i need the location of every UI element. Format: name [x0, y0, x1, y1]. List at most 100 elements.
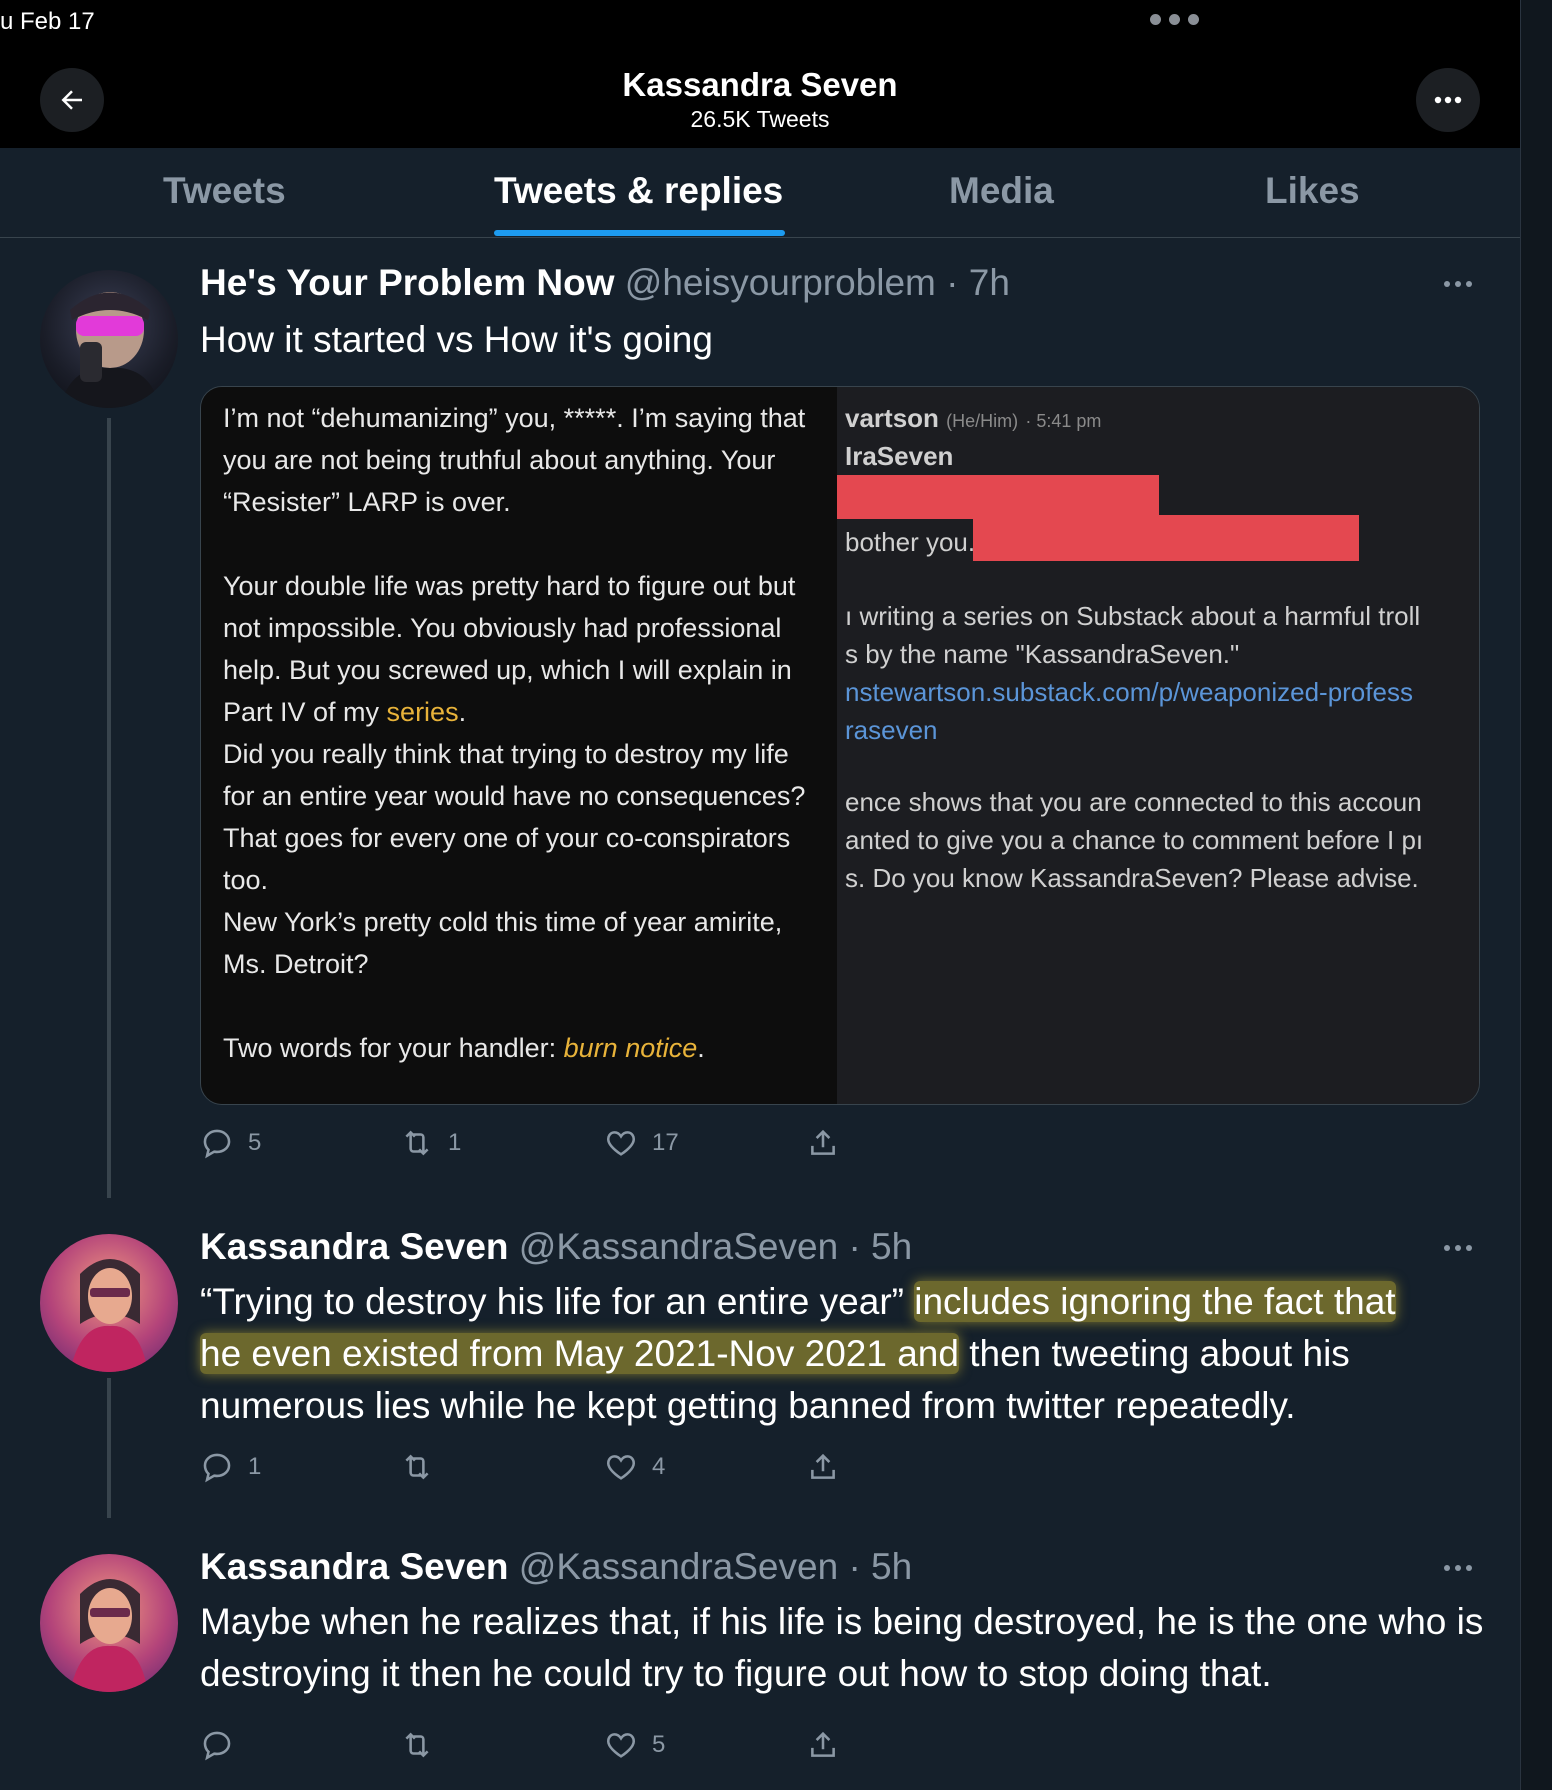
reply-button[interactable]: 1 [200, 1450, 261, 1484]
email-recipient: IraSeven [845, 441, 954, 471]
share-icon [811, 1129, 835, 1155]
author-handle[interactable]: @KassandraSeven [519, 1226, 838, 1267]
tab-tweets-and-replies[interactable]: Tweets & replies [494, 170, 783, 212]
author-name[interactable]: He's Your Problem Now [200, 262, 615, 303]
message-paragraph: I’m not “dehumanizing” you, *****. I’m s… [223, 403, 806, 517]
retweet-count: 1 [448, 1129, 462, 1156]
like-count: 4 [652, 1453, 666, 1480]
reply-icon [203, 1731, 231, 1761]
multitasking-dots-icon[interactable] [1150, 14, 1199, 25]
email-line: s by the name "KassandraSeven." [845, 639, 1240, 669]
profile-tabs: Tweets Tweets & replies Media Likes [0, 148, 1520, 238]
retweet-icon [405, 1130, 429, 1156]
tweet[interactable]: Kassandra Seven @KassandraSeven · 5h May… [0, 1518, 1520, 1790]
retweet-icon [405, 1732, 429, 1758]
reply-icon [203, 1453, 231, 1483]
avatar-image [70, 1259, 148, 1372]
retweet-button[interactable]: 1 [400, 1126, 461, 1160]
email-line: s. Do you know KassandraSeven? Please ad… [845, 863, 1419, 893]
message-paragraph: Two words for your handler: burn notice. [223, 1033, 705, 1063]
share-icon [811, 1731, 835, 1757]
share-button[interactable] [806, 1126, 840, 1160]
tweet-image[interactable]: I’m not “dehumanizing” you, *****. I’m s… [200, 386, 1480, 1105]
heart-icon [607, 1733, 635, 1758]
retweet-icon [405, 1454, 429, 1480]
more-options-button[interactable] [1416, 68, 1480, 132]
avatar[interactable] [40, 1234, 178, 1372]
screen-edge [1520, 0, 1552, 1790]
tweet-more-icon[interactable] [1444, 1238, 1484, 1258]
author-handle[interactable]: @KassandraSeven [519, 1546, 838, 1587]
tweet-more-icon[interactable] [1444, 274, 1484, 294]
share-button[interactable] [806, 1450, 840, 1484]
heart-icon [607, 1131, 635, 1156]
tweet-header: Kassandra Seven @KassandraSeven · 5h [200, 1546, 912, 1588]
like-button[interactable]: 5 [604, 1728, 665, 1762]
tweet-time[interactable]: · 5h [848, 1226, 912, 1267]
reply-count: 5 [248, 1129, 262, 1156]
tab-tweets[interactable]: Tweets [163, 170, 286, 212]
ellipsis-icon [1434, 96, 1462, 104]
profile-header: Kassandra Seven 26.5K Tweets [0, 48, 1520, 148]
like-count: 17 [652, 1129, 679, 1156]
tweet-header: He's Your Problem Now @heisyourproblem ·… [200, 262, 1010, 304]
avatar-image [70, 1579, 148, 1692]
like-button[interactable]: 17 [604, 1126, 679, 1160]
tweet-time[interactable]: · 7h [946, 262, 1010, 303]
tab-likes[interactable]: Likes [1265, 170, 1360, 212]
share-icon [811, 1453, 835, 1479]
email-line: anted to give you a chance to comment be… [845, 825, 1424, 855]
screenshot-message-left: I’m not “dehumanizing” you, *****. I’m s… [201, 387, 837, 1104]
heart-icon [607, 1455, 635, 1480]
message-paragraph: New York’s pretty cold this time of year… [223, 907, 783, 979]
share-button[interactable] [806, 1728, 840, 1762]
redaction-bar [973, 515, 1359, 561]
reply-icon [203, 1129, 231, 1159]
retweet-button[interactable] [400, 1450, 448, 1484]
burn-notice-link: burn notice [563, 1033, 698, 1063]
email-link: raseven [845, 715, 938, 745]
tweet[interactable]: He's Your Problem Now @heisyourproblem ·… [0, 238, 1520, 1198]
like-count: 5 [652, 1731, 666, 1758]
like-button[interactable]: 4 [604, 1450, 665, 1484]
reply-button[interactable] [200, 1728, 248, 1762]
avatar[interactable] [40, 1554, 178, 1692]
author-name[interactable]: Kassandra Seven [200, 1546, 509, 1587]
email-link: nstewartson.substack.com/p/weaponized-pr… [845, 677, 1413, 707]
tweet-count: 26.5K Tweets [690, 106, 830, 132]
active-tab-indicator [494, 230, 785, 236]
highlighted-text: he even existed from May 2021-Nov 2021 a… [200, 1333, 959, 1374]
email-line: ence shows that you are connected to thi… [845, 787, 1422, 817]
tweet[interactable]: Kassandra Seven @KassandraSeven · 5h “Tr… [0, 1198, 1520, 1518]
tweet-header: Kassandra Seven @KassandraSeven · 5h [200, 1226, 912, 1268]
status-bar: u Feb 17 [0, 0, 1520, 48]
avatar[interactable] [40, 270, 178, 408]
thread-line [107, 1378, 111, 1518]
retweet-button[interactable] [400, 1728, 448, 1762]
tweet-text: Maybe when he realizes that, if his life… [200, 1601, 1484, 1694]
tweet-actions: 1 4 [200, 1450, 860, 1486]
author-name[interactable]: Kassandra Seven [200, 1226, 509, 1267]
email-header: vartson (He/Him) · 5:41 pm [845, 403, 1102, 433]
tweet-actions: 5 [200, 1728, 860, 1764]
highlighted-text: includes ignoring the fact that [914, 1281, 1396, 1322]
reply-button[interactable]: 5 [200, 1126, 261, 1160]
series-link: series [386, 697, 459, 727]
tweet-more-icon[interactable] [1444, 1558, 1484, 1578]
tweet-text: How it started vs How it's going [200, 319, 713, 360]
tweet-actions: 5 1 17 [200, 1126, 860, 1162]
message-paragraph: Did you really think that trying to dest… [223, 739, 806, 895]
reply-count: 1 [248, 1453, 262, 1480]
tweet-time[interactable]: · 5h [848, 1546, 912, 1587]
redaction-bar [837, 475, 1159, 519]
thread-line [107, 418, 111, 1198]
author-handle[interactable]: @heisyourproblem [625, 262, 936, 303]
app-screen: u Feb 17 Kassandra Seven 26.5K Tweets Tw… [0, 0, 1520, 1790]
email-line: bother you. [845, 527, 976, 557]
tab-media[interactable]: Media [949, 170, 1054, 212]
tweet-text: “Trying to destroy his life for an entir… [200, 1281, 1396, 1426]
screenshot-message-right: vartson (He/Him) · 5:41 pm IraSeven both… [837, 387, 1479, 1104]
message-paragraph: Your double life was pretty hard to figu… [223, 571, 796, 727]
avatar-image [60, 292, 160, 408]
profile-name: Kassandra Seven [622, 66, 898, 103]
